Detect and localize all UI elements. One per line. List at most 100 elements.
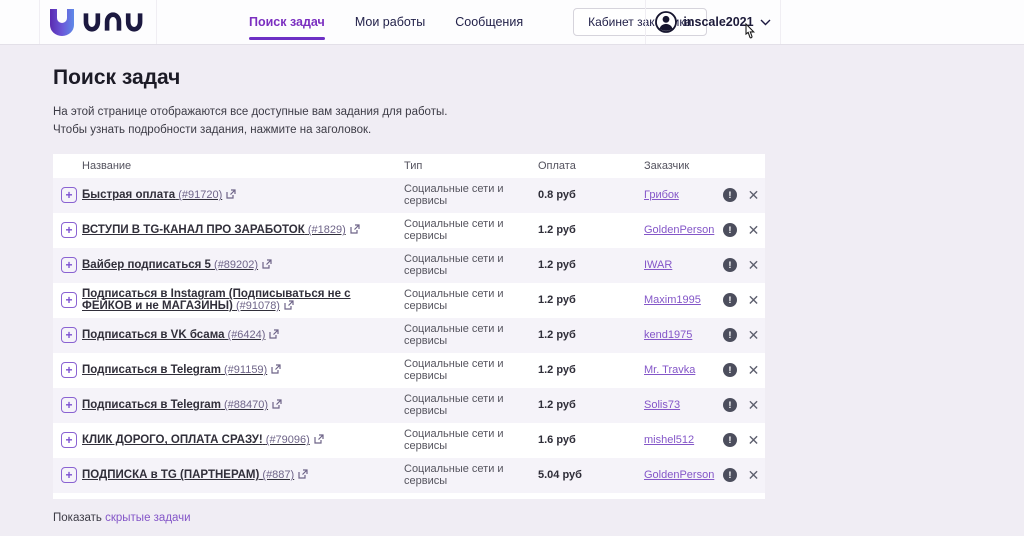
external-link-icon[interactable] (269, 329, 279, 339)
payment-cell: 1.2 руб (538, 224, 644, 236)
report-warning-icon[interactable]: ! (723, 188, 737, 202)
task-title-link[interactable]: Быстрая оплата (#91720) (82, 189, 222, 201)
task-type: Социальные сети и сервисы (404, 288, 504, 312)
expand-plus-icon[interactable]: + (61, 397, 77, 413)
hide-task-close-icon[interactable]: ✕ (748, 328, 760, 342)
customer-link[interactable]: mishel512 (644, 434, 694, 446)
task-title-link[interactable]: Подписаться в VK бсама (#6424) (82, 329, 265, 341)
warning-cell: ! (718, 293, 742, 307)
hide-task-close-icon[interactable]: ✕ (748, 223, 760, 237)
expand-plus-icon[interactable]: + (61, 257, 77, 273)
table-row: + Быстрая оплата (#91720) Социальные сет… (53, 178, 765, 213)
expand-plus-icon[interactable]: + (61, 327, 77, 343)
task-title-link[interactable]: Подписаться в Telegram (#88470) (82, 399, 268, 411)
customer-link[interactable]: Solis73 (644, 399, 680, 411)
payment-cell: 1.2 руб (538, 329, 644, 341)
customer-cell: Mr. Travka (644, 364, 718, 376)
task-type: Социальные сети и сервисы (404, 358, 504, 382)
task-title-link[interactable]: Вайбер подписаться 5 (#89202) (82, 259, 258, 271)
close-cell: ✕ (742, 188, 765, 202)
tab-messages[interactable]: Сообщения (455, 0, 523, 44)
logo[interactable] (39, 0, 157, 44)
title-cell: КЛИК ДОРОГО, ОПЛАТА СРАЗУ! (#79096) (82, 434, 404, 446)
task-title-link[interactable]: ВСТУПИ В TG-КАНАЛ ПРО ЗАРАБОТОК (#1829) (82, 224, 346, 236)
customer-cell: IWAR (644, 259, 718, 271)
title-cell: Подписаться в Instagram (Подписываться н… (82, 288, 404, 312)
title-cell: Быстрая оплата (#91720) (82, 189, 404, 201)
expand-plus-icon[interactable]: + (61, 362, 77, 378)
task-payment: 1.2 руб (538, 364, 576, 376)
page-description: На этой странице отображаются все доступ… (53, 103, 1024, 140)
close-cell: ✕ (742, 398, 765, 412)
external-link-icon[interactable] (262, 259, 272, 269)
customer-link[interactable]: kend1975 (644, 329, 692, 341)
report-warning-icon[interactable]: ! (723, 223, 737, 237)
table-row: + Подписаться в Telegram (#91159) Социал… (53, 353, 765, 388)
hide-task-close-icon[interactable]: ✕ (748, 188, 760, 202)
table-row: + ВСТУПИ В TG-КАНАЛ ПРО ЗАРАБОТОК (#1829… (53, 213, 765, 248)
task-title-link[interactable]: КЛИК ДОРОГО, ОПЛАТА СРАЗУ! (#79096) (82, 434, 310, 446)
task-payment: 5.04 руб (538, 469, 582, 481)
type-cell: Социальные сети и сервисы (404, 393, 538, 417)
report-warning-icon[interactable]: ! (723, 468, 737, 482)
customer-link[interactable]: Грибок (644, 189, 679, 201)
payment-cell: 5.04 руб (538, 469, 644, 481)
task-type: Социальные сети и сервисы (404, 323, 504, 347)
report-warning-icon[interactable]: ! (723, 328, 737, 342)
external-link-icon[interactable] (298, 469, 308, 479)
task-title-link[interactable]: ПОДПИСКА в TG (ПАРТНЕРАМ) (#887) (82, 469, 294, 481)
report-warning-icon[interactable]: ! (723, 433, 737, 447)
customer-link[interactable]: Mr. Travka (644, 364, 695, 376)
expand-plus-icon[interactable]: + (61, 187, 77, 203)
task-payment: 1.6 руб (538, 434, 576, 446)
hide-task-close-icon[interactable]: ✕ (748, 398, 760, 412)
task-title-link[interactable]: Подписаться в Instagram (Подписываться н… (82, 288, 351, 312)
type-cell: Социальные сети и сервисы (404, 463, 538, 487)
hide-task-close-icon[interactable]: ✕ (748, 468, 760, 482)
customer-link[interactable]: Maxim1995 (644, 294, 701, 306)
hide-task-close-icon[interactable]: ✕ (748, 293, 760, 307)
task-title-link[interactable]: Подписаться в Telegram (#91159) (82, 364, 267, 376)
hide-task-close-icon[interactable]: ✕ (748, 258, 760, 272)
title-cell: Вайбер подписаться 5 (#89202) (82, 259, 404, 271)
customer-link[interactable]: GoldenPerson (644, 224, 714, 236)
external-link-icon[interactable] (314, 434, 324, 444)
expand-cell: + (53, 397, 82, 413)
task-title: Подписаться в VK бсама (82, 329, 224, 341)
table-row: + Подписаться в Instagram (Подписываться… (53, 283, 765, 318)
task-title: КЛИК ДОРОГО, ОПЛАТА СРАЗУ! (82, 434, 263, 446)
type-cell: Социальные сети и сервисы (404, 183, 538, 207)
expand-plus-icon[interactable]: + (61, 467, 77, 483)
type-cell: Социальные сети и сервисы (404, 358, 538, 382)
tab-my-works[interactable]: Мои работы (355, 0, 425, 44)
table-row: + Подписаться в VK бсама (#6424) Социаль… (53, 318, 765, 353)
close-cell: ✕ (742, 293, 765, 307)
payment-cell: 1.2 руб (538, 259, 644, 271)
external-link-icon[interactable] (272, 399, 282, 409)
customer-link[interactable]: GoldenPerson (644, 469, 714, 481)
account-menu[interactable]: inscale2021 (645, 0, 781, 44)
type-cell: Социальные сети и сервисы (404, 253, 538, 277)
report-warning-icon[interactable]: ! (723, 398, 737, 412)
hide-task-close-icon[interactable]: ✕ (748, 363, 760, 377)
hide-task-close-icon[interactable]: ✕ (748, 433, 760, 447)
external-link-icon[interactable] (350, 224, 360, 234)
customer-link[interactable]: IWAR (644, 259, 672, 271)
expand-plus-icon[interactable]: + (61, 432, 77, 448)
task-payment: 1.2 руб (538, 329, 576, 341)
task-id: (#91159) (224, 364, 267, 376)
expand-plus-icon[interactable]: + (61, 222, 77, 238)
external-link-icon[interactable] (271, 364, 281, 374)
report-warning-icon[interactable]: ! (723, 363, 737, 377)
external-link-icon[interactable] (226, 189, 236, 199)
expand-plus-icon[interactable]: + (61, 292, 77, 308)
external-link-icon[interactable] (284, 300, 294, 310)
task-payment: 1.2 руб (538, 224, 576, 236)
chevron-down-icon[interactable] (760, 19, 771, 26)
report-warning-icon[interactable]: ! (723, 258, 737, 272)
show-hidden-tasks-link[interactable]: скрытые задачи (105, 512, 191, 524)
tab-task-search[interactable]: Поиск задач (249, 0, 325, 44)
table-row: + КЛИК ДОРОГО, ОПЛАТА СРАЗУ! (#79096) Со… (53, 423, 765, 458)
report-warning-icon[interactable]: ! (723, 293, 737, 307)
payment-cell: 1.2 руб (538, 294, 644, 306)
